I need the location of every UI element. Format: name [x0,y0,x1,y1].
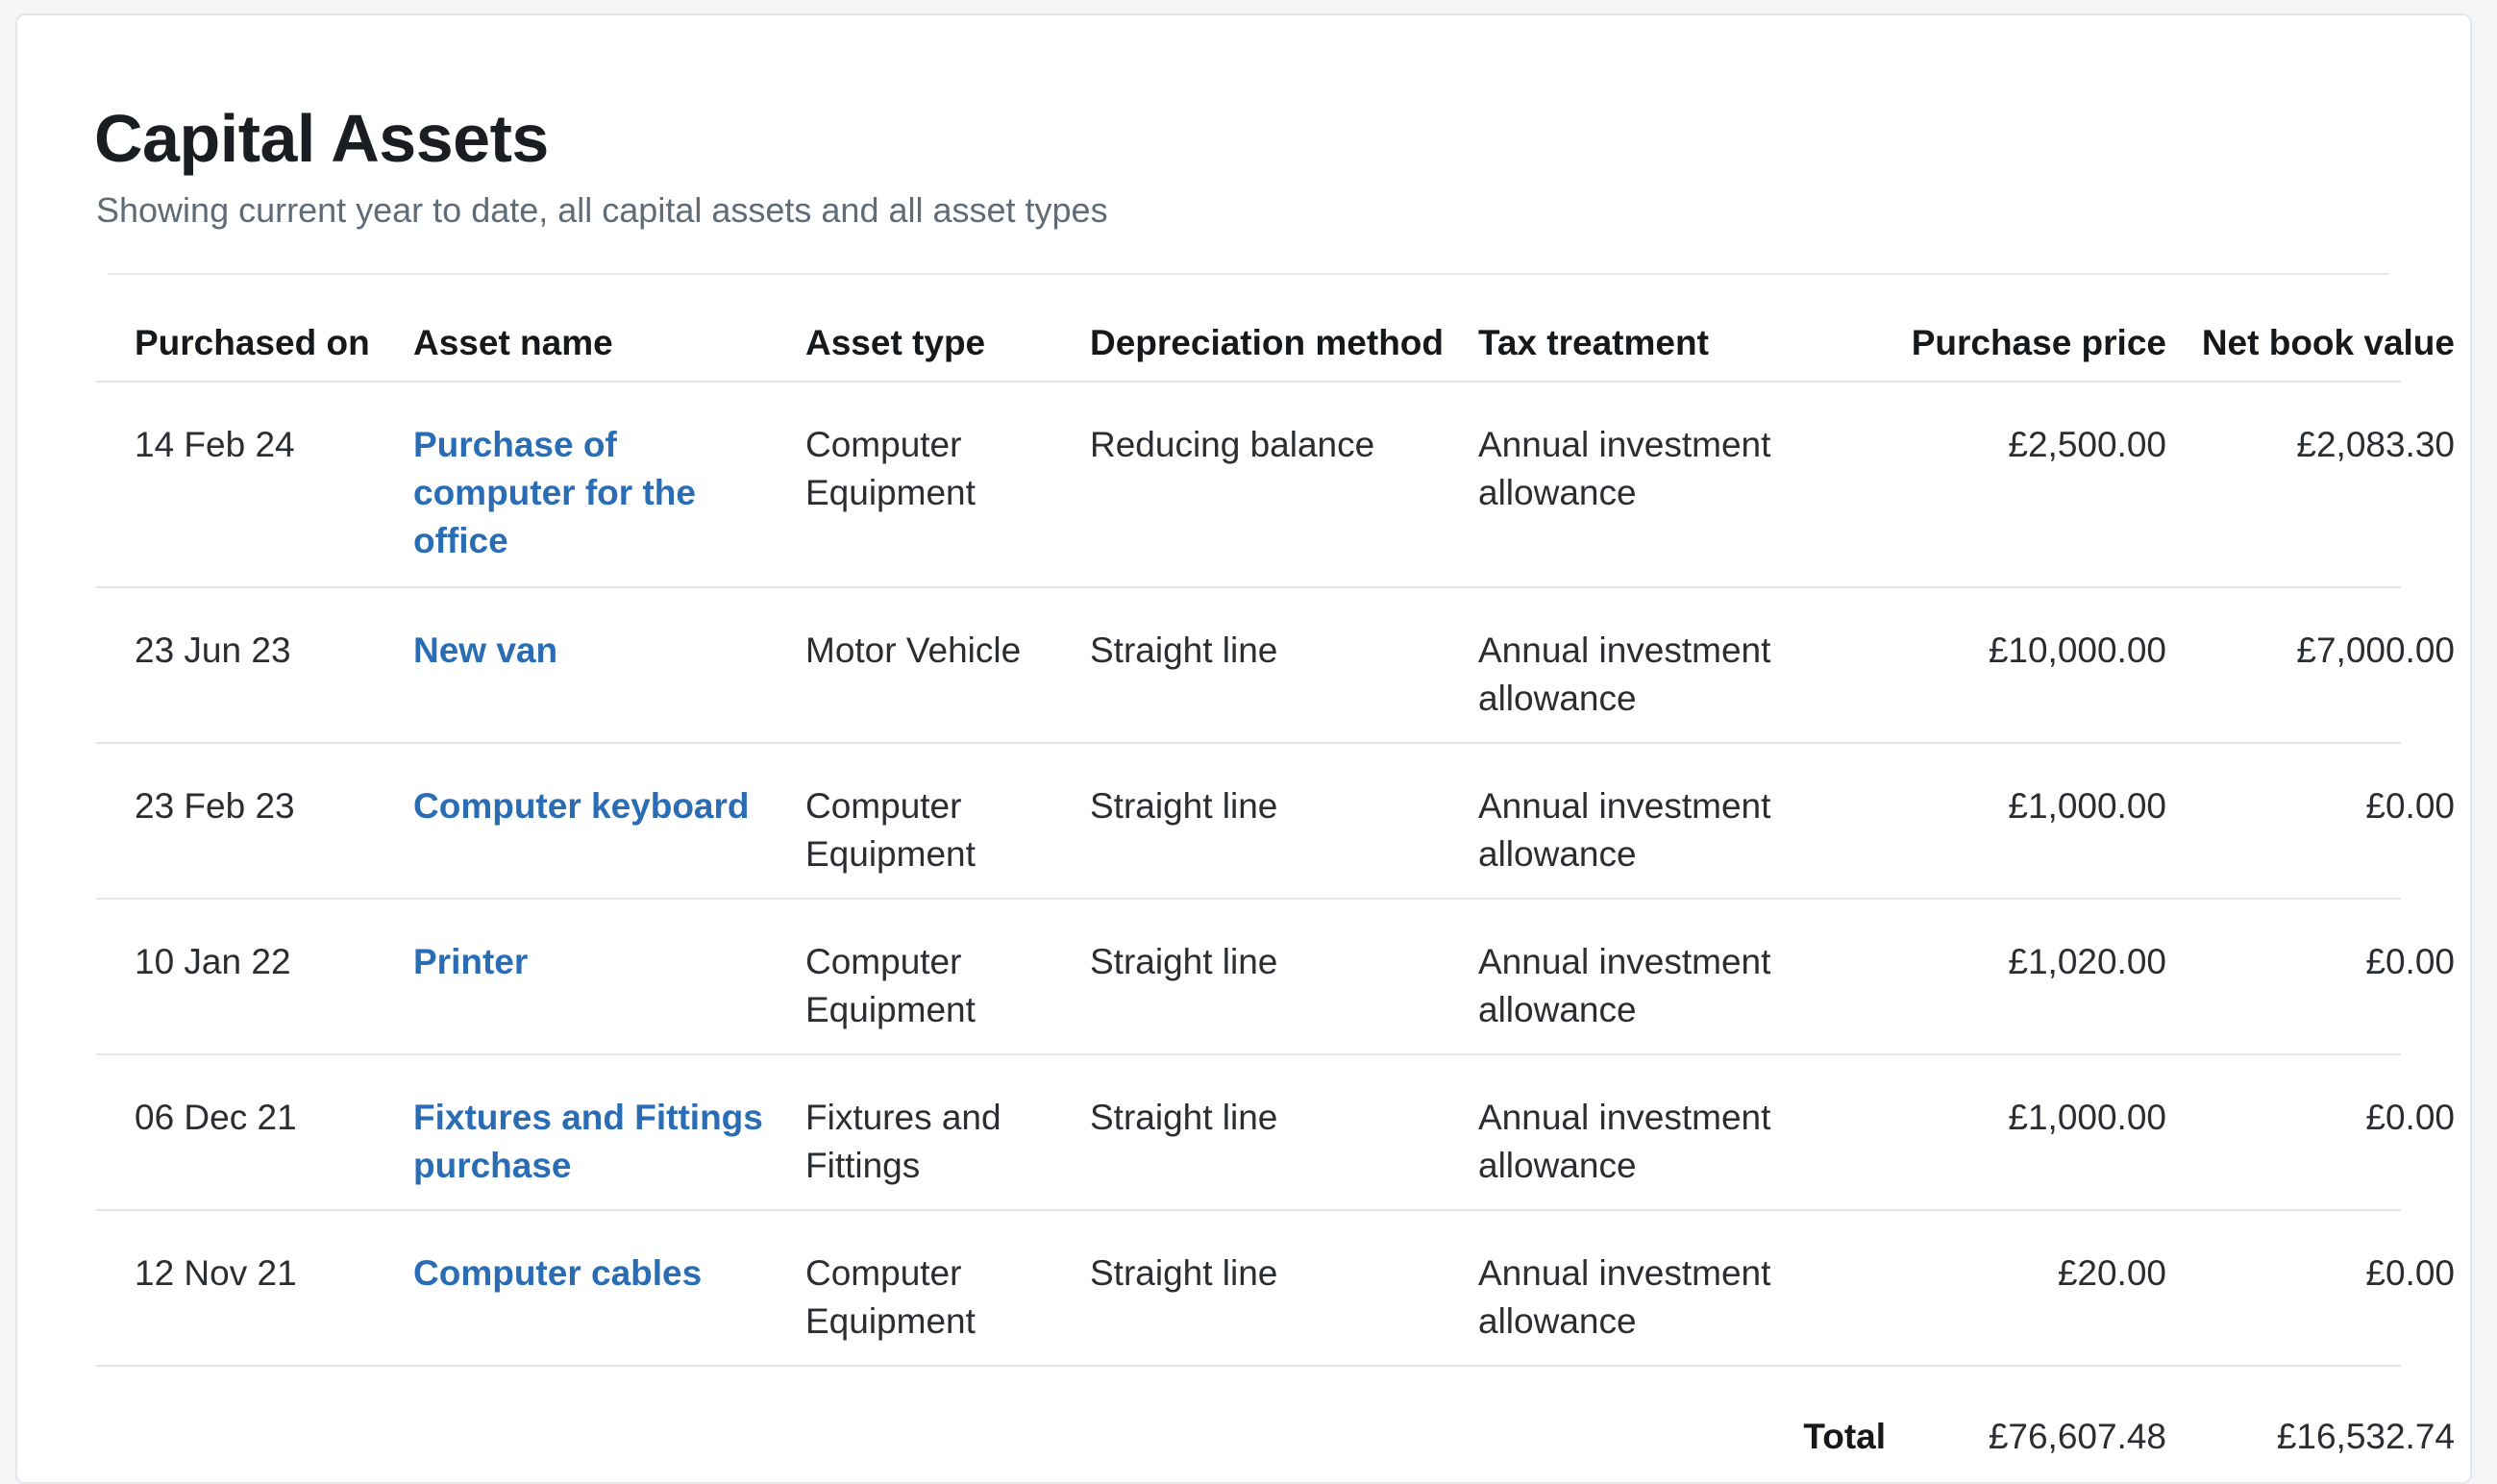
asset-type-cell: Motor Vehicle [805,631,1022,670]
page-title: Capital Assets [94,101,549,176]
asset-name-link[interactable]: New van [413,631,557,670]
depreciation-method-cell: Straight line [1090,631,1278,670]
asset-type-cell: Computer Equipment [805,942,976,1029]
net-book-value-cell: £7,000.00 [2296,631,2455,670]
depreciation-method-cell: Straight line [1090,786,1278,826]
table-row: 12 Nov 21 Computer cables Computer Equip… [96,1211,2455,1367]
asset-type-cell: Computer Equipment [805,425,976,512]
column-header-purchased-on[interactable]: Purchased on [135,319,384,367]
table-row: 10 Jan 22 Printer Computer Equipment Str… [96,900,2455,1055]
asset-name-cell: Purchase of computer for the office [413,421,730,565]
tax-treatment-cell: Annual investment allowance [1478,942,1771,1029]
table-row: 23 Jun 23 New van Motor Vehicle Straight… [96,588,2455,744]
table-row: 14 Feb 24 Purchase of computer for the o… [96,383,2455,588]
column-header-net-book-value[interactable]: Net book value [2114,319,2455,367]
asset-name-cell: Computer cables [413,1249,798,1298]
net-book-value-cell: £0.00 [2365,1098,2455,1137]
tax-treatment-cell: Annual investment allowance [1478,1253,1771,1341]
asset-type-cell: Computer Equipment [805,786,976,874]
depreciation-method-cell: Straight line [1090,1098,1278,1137]
depreciation-method-cell: Reducing balance [1090,425,1375,464]
table-header-row: Purchased on Asset name Asset type Depre… [96,275,2455,383]
depreciation-method-cell: Straight line [1090,1253,1278,1293]
column-header-depreciation-method[interactable]: Depreciation method [1090,319,1474,367]
tax-treatment-cell: Annual investment allowance [1478,786,1771,874]
asset-type-cell: Fixtures and Fittings [805,1098,1001,1185]
net-book-value-cell: £2,083.30 [2296,425,2455,464]
asset-name-link[interactable]: Printer [413,942,528,981]
asset-name-link[interactable]: Purchase of computer for the office [413,425,696,560]
purchased-on-cell: 14 Feb 24 [135,425,295,464]
asset-name-cell: Printer [413,938,798,986]
column-header-asset-type[interactable]: Asset type [805,319,1094,367]
capital-assets-card: Capital Assets Showing current year to d… [15,13,2472,1484]
table-total-row: Total £76,607.48 £16,532.74 [96,1413,2455,1471]
purchased-on-cell: 10 Jan 22 [135,942,291,981]
purchased-on-cell: 12 Nov 21 [135,1253,297,1293]
purchased-on-cell: 06 Dec 21 [135,1098,297,1137]
net-book-value-cell: £0.00 [2365,786,2455,826]
total-net-book-value: £16,532.74 [2276,1417,2455,1456]
asset-name-cell: Computer keyboard [413,782,798,830]
asset-name-cell: New van [413,627,798,675]
asset-name-link[interactable]: Computer keyboard [413,786,750,826]
asset-name-link[interactable]: Computer cables [413,1253,702,1293]
depreciation-method-cell: Straight line [1090,942,1278,981]
tax-treatment-cell: Annual investment allowance [1478,425,1771,512]
asset-name-cell: Fixtures and Fittings purchase [413,1094,779,1190]
column-header-asset-name[interactable]: Asset name [413,319,798,367]
page-subtitle: Showing current year to date, all capita… [96,190,1108,230]
column-header-tax-treatment[interactable]: Tax treatment [1478,319,1863,367]
tax-treatment-cell: Annual investment allowance [1478,631,1771,718]
asset-name-link[interactable]: Fixtures and Fittings purchase [413,1098,763,1185]
table-row: 06 Dec 21 Fixtures and Fittings purchase… [96,1055,2455,1211]
table-row: 23 Feb 23 Computer keyboard Computer Equ… [96,744,2455,900]
net-book-value-cell: £0.00 [2365,1253,2455,1293]
purchased-on-cell: 23 Feb 23 [135,786,295,826]
asset-type-cell: Computer Equipment [805,1253,976,1341]
net-book-value-cell: £0.00 [2365,942,2455,981]
purchased-on-cell: 23 Jun 23 [135,631,291,670]
tax-treatment-cell: Annual investment allowance [1478,1098,1771,1185]
